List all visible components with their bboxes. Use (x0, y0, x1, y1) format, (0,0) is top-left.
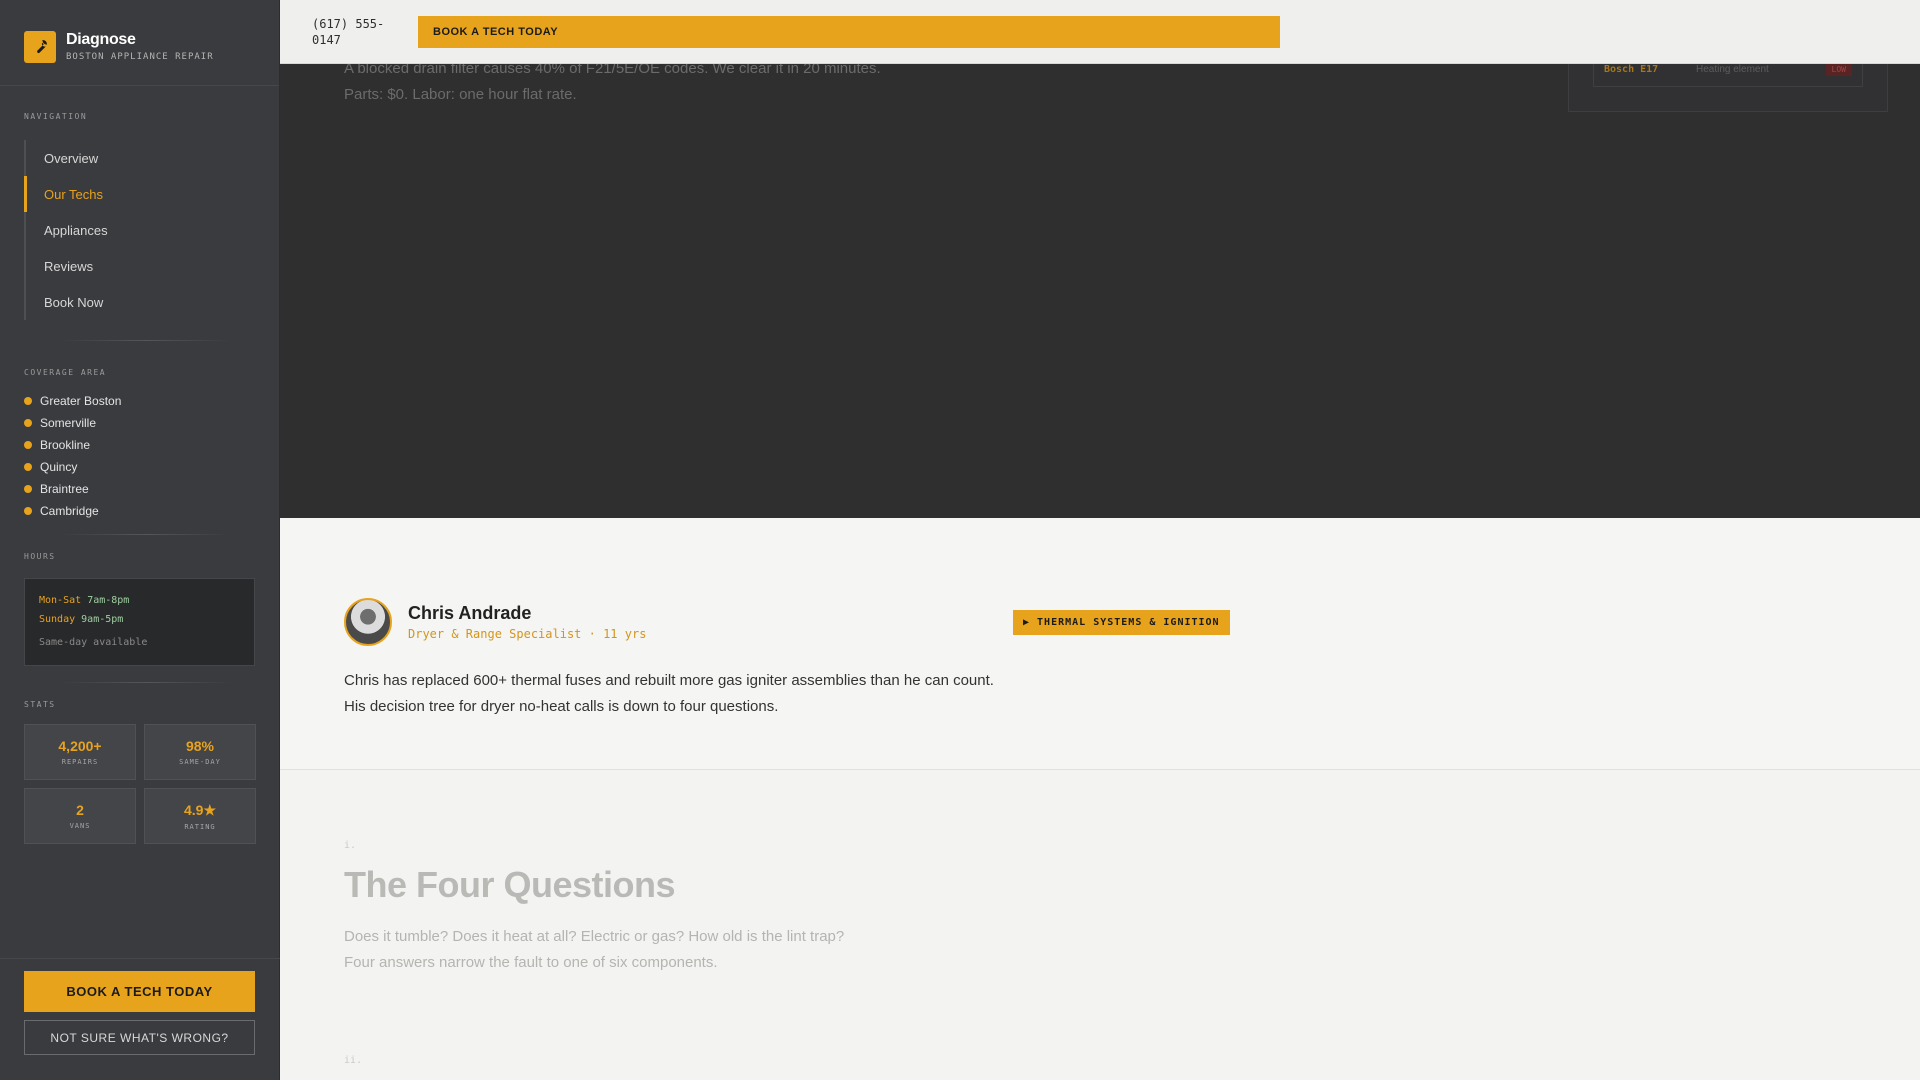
hours-note: Same-day available (39, 637, 148, 648)
divider (60, 340, 232, 341)
stats-label: STATS (24, 700, 56, 709)
coverage-item: Somerville (24, 412, 121, 434)
navigation-label: NAVIGATION (24, 112, 88, 121)
stats-grid: 4,200+ REPAIRS 98% SAME-DAY 2 VANS 4.9★ … (24, 724, 256, 844)
sidebar-actions: BOOK A TECH TODAY NOT SURE WHAT'S WRONG? (0, 958, 280, 1055)
coverage-item: Quincy (24, 456, 121, 478)
specialty-badge: ▶ THERMAL SYSTEMS & IGNITION (1013, 610, 1230, 635)
hours-box: Mon-Sat 7am-8pm Sunday 9am-5pm Same-day … (24, 578, 255, 666)
section-number: i. (344, 840, 357, 851)
tech-name: Chris Andrade (408, 603, 532, 623)
tech-bio: Chris has replaced 600+ thermal fuses an… (344, 672, 994, 715)
previous-section: A blocked drain filter causes 40% of F21… (280, 0, 1920, 518)
hours-row: Sunday 9am-5pm (39, 614, 124, 625)
bullet-dot-icon (24, 397, 32, 405)
book-tech-button[interactable]: BOOK A TECH TODAY (24, 971, 255, 1012)
brand-subtitle: BOSTON APPLIANCE REPAIR (66, 52, 214, 62)
brand-name: Diagnose (66, 31, 136, 48)
coverage-list: Greater Boston Somerville Brookline Quin… (24, 390, 121, 522)
nav-item-our-techs[interactable]: Our Techs (24, 176, 256, 212)
topbar-book-button[interactable]: BOOK A TECH TODAY (418, 15, 1280, 48)
sidebar-nav: Overview Our Techs Appliances Reviews Bo… (24, 140, 256, 320)
tech-profile: Chris Andrade Dryer & Range Specialist ·… (280, 518, 1920, 770)
bullet-dot-icon (24, 463, 32, 471)
nav-item-overview[interactable]: Overview (26, 140, 256, 176)
nav-item-book-now[interactable]: Book Now (26, 284, 256, 320)
coverage-item: Braintree (24, 478, 121, 500)
hours-label: HOURS (24, 552, 56, 561)
brand[interactable]: Diagnose BOSTON APPLIANCE REPAIR (0, 0, 279, 86)
stat-card-repairs: 4,200+ REPAIRS (24, 724, 136, 780)
coverage-item: Greater Boston (24, 390, 121, 412)
next-section-number: ii. (344, 1055, 363, 1066)
diagnose-help-button[interactable]: NOT SURE WHAT'S WRONG? (24, 1020, 255, 1055)
error-code: Bosch E17 (1604, 63, 1659, 75)
hours-row: Mon-Sat 7am-8pm (39, 595, 130, 606)
severity-badge: LOW (1825, 62, 1852, 76)
bullet-dot-icon (24, 419, 32, 427)
bullet-dot-icon (24, 441, 32, 449)
section-title: The Four Questions (344, 864, 676, 905)
bullet-dot-icon (24, 485, 32, 493)
nav-item-reviews[interactable]: Reviews (26, 248, 256, 284)
divider (60, 682, 232, 683)
coverage-label: COVERAGE AREA (24, 368, 107, 377)
divider (60, 534, 232, 535)
coverage-item: Cambridge (24, 500, 121, 522)
stat-card-rating: 4.9★ RATING (144, 788, 256, 844)
tech-role: Dryer & Range Specialist · 11 yrs (408, 627, 647, 641)
nav-item-appliances[interactable]: Appliances (26, 212, 256, 248)
sidebar: Diagnose BOSTON APPLIANCE REPAIR NAVIGAT… (0, 0, 280, 1080)
bullet-dot-icon (24, 507, 32, 515)
coverage-item: Brookline (24, 434, 121, 456)
tech-header: Chris Andrade Dryer & Range Specialist ·… (344, 598, 646, 646)
stat-card-same-day: 98% SAME-DAY (144, 724, 256, 780)
stat-card-vans: 2 VANS (24, 788, 136, 844)
phone-number[interactable]: (617) 555-0147 (312, 16, 402, 48)
section-paragraph: Does it tumble? Does it heat at all? Ele… (344, 928, 845, 971)
questions-section: i. The Four Questions Does it tumble? Do… (280, 770, 1920, 1080)
error-part: Heating element (1696, 63, 1769, 75)
top-bar: (617) 555-0147 BOOK A TECH TODAY (280, 0, 1920, 64)
main-content: A blocked drain filter causes 40% of F21… (280, 0, 1920, 1080)
wrench-icon (24, 30, 56, 63)
avatar (344, 598, 392, 646)
